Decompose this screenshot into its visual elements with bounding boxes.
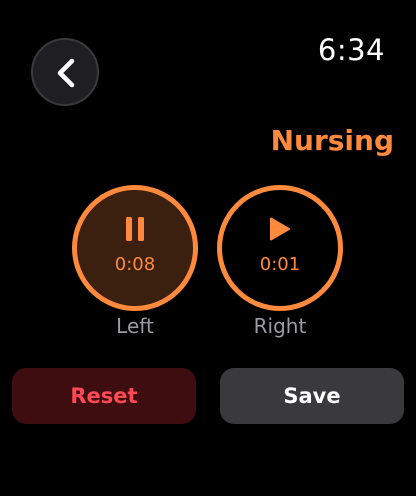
save-button[interactable]: Save	[220, 368, 404, 424]
right-timer-time: 0:01	[259, 254, 301, 275]
chevron-left-icon	[57, 58, 75, 88]
clock: 6:34	[317, 33, 385, 67]
left-timer-label: Left	[116, 314, 154, 338]
nursing-screen: 6:34 Nursing 0:08 0:01 Left Right Reset …	[0, 0, 416, 496]
pause-icon	[126, 217, 144, 241]
play-icon	[270, 217, 290, 241]
left-timer-time: 0:08	[114, 254, 156, 275]
page-title: Nursing	[270, 124, 394, 157]
right-timer-label: Right	[253, 314, 307, 338]
right-timer-button[interactable]: 0:01	[217, 185, 343, 311]
reset-button[interactable]: Reset	[12, 368, 196, 424]
left-timer-button[interactable]: 0:08	[72, 185, 198, 311]
back-button[interactable]	[31, 38, 99, 106]
